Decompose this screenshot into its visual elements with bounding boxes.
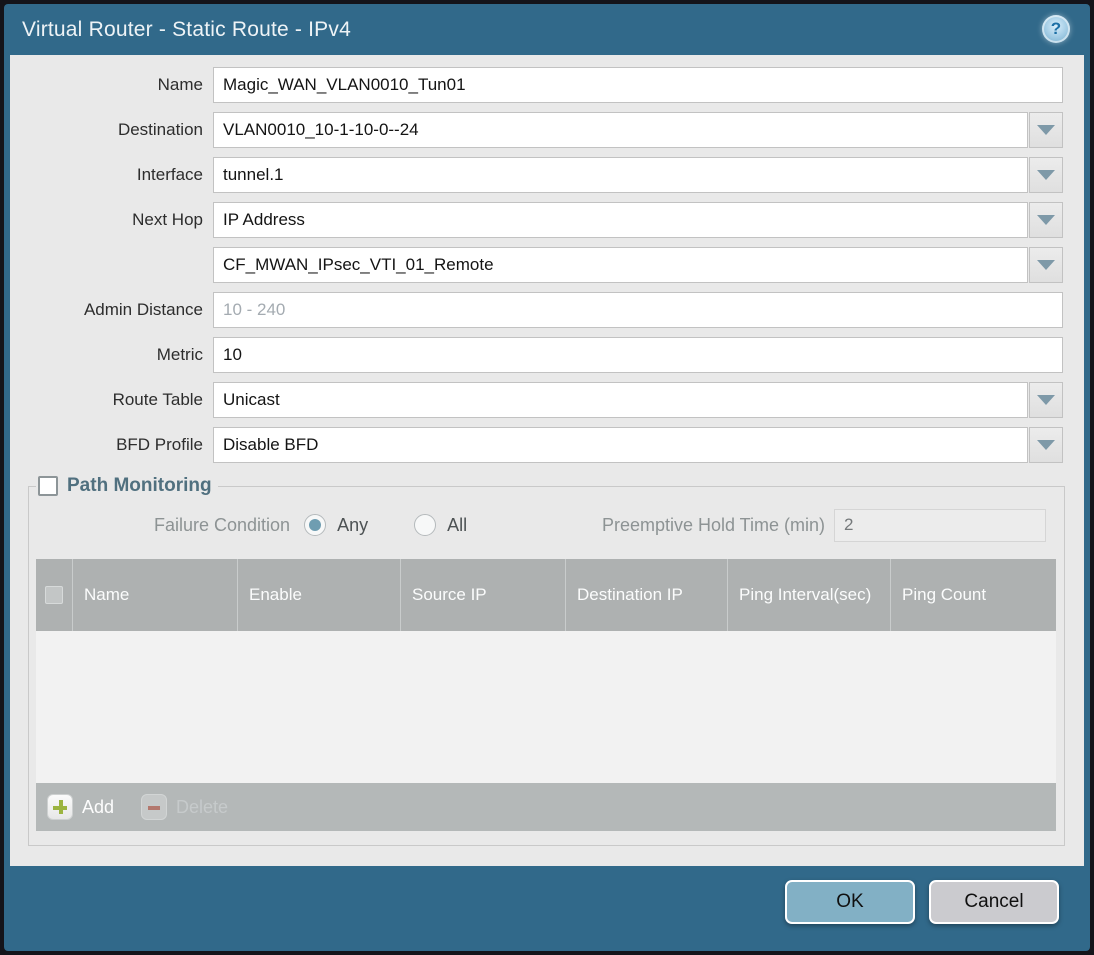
failure-condition-any-label: Any (337, 514, 369, 535)
chevron-down-icon (1037, 395, 1055, 405)
path-monitoring-title: Path Monitoring (67, 475, 212, 496)
bfd-profile-row: BFD Profile (10, 427, 1063, 463)
route-table-row: Route Table (10, 382, 1063, 418)
bfd-profile-label: BFD Profile (116, 435, 203, 454)
failure-condition-row: Failure Condition Any All Preemptive Hol… (36, 507, 1056, 543)
column-header-enable[interactable]: Enable (238, 559, 401, 631)
next-hop-label: Next Hop (132, 210, 203, 229)
path-monitoring-legend: Path Monitoring (36, 475, 218, 497)
table-footer-bar: Add Delete (36, 783, 1056, 831)
route-table-dropdown-button[interactable] (1029, 382, 1063, 418)
select-all-checkbox[interactable] (45, 586, 63, 604)
chevron-down-icon (1037, 440, 1055, 450)
delete-button[interactable]: Delete (141, 794, 228, 820)
delete-button-label: Delete (176, 796, 229, 817)
bfd-profile-input[interactable] (213, 427, 1028, 463)
failure-condition-label: Failure Condition (154, 514, 291, 535)
next-hop-ip-input[interactable] (213, 247, 1028, 283)
chevron-down-icon (1037, 260, 1055, 270)
chevron-down-icon (1037, 125, 1055, 135)
column-header-ping-interval[interactable]: Ping Interval(sec) (728, 559, 891, 631)
admin-distance-row: Admin Distance (10, 292, 1063, 328)
route-table-input[interactable] (213, 382, 1028, 418)
admin-distance-label: Admin Distance (83, 300, 203, 319)
dialog-titlebar: Virtual Router - Static Route - IPv4 ? (4, 4, 1090, 55)
next-hop-type-dropdown-button[interactable] (1029, 202, 1063, 238)
metric-row: Metric (10, 337, 1063, 373)
column-header-ping-count[interactable]: Ping Count (891, 559, 1056, 631)
column-header-name[interactable]: Name (73, 559, 238, 631)
destination-dropdown-button[interactable] (1029, 112, 1063, 148)
failure-condition-all-label: All (447, 514, 468, 535)
preemptive-hold-time-label: Preemptive Hold Time (min) (601, 514, 825, 535)
name-label: Name (157, 75, 203, 94)
metric-input[interactable] (213, 337, 1063, 373)
next-hop-type-input[interactable] (213, 202, 1028, 238)
next-hop-ip-row (10, 247, 1063, 283)
add-button[interactable]: Add (47, 794, 114, 820)
admin-distance-input[interactable] (213, 292, 1063, 328)
minus-icon (141, 794, 168, 820)
chevron-down-icon (1037, 170, 1055, 180)
bfd-profile-dropdown-button[interactable] (1029, 427, 1063, 463)
table-body-empty (36, 631, 1056, 783)
dialog-title: Virtual Router - Static Route - IPv4 (22, 17, 351, 41)
select-all-cell (36, 559, 73, 631)
destination-label: Destination (117, 120, 203, 139)
next-hop-row: Next Hop (10, 202, 1063, 238)
dialog-content: Name Destination Interface Next Hop (10, 55, 1084, 866)
route-table-label: Route Table (112, 390, 203, 409)
failure-condition-any-radio[interactable] (304, 514, 327, 536)
name-row: Name (10, 67, 1063, 103)
plus-icon (47, 794, 73, 820)
metric-label: Metric (156, 345, 203, 364)
interface-label: Interface (136, 165, 203, 184)
path-monitoring-section: Path Monitoring Failure Condition Any Al… (28, 475, 1065, 846)
interface-dropdown-button[interactable] (1029, 157, 1063, 193)
next-hop-ip-dropdown-button[interactable] (1029, 247, 1063, 283)
destination-input[interactable] (213, 112, 1028, 148)
path-monitoring-table: Name Enable Source IP Destination IP Pin… (36, 559, 1056, 831)
column-header-source-ip[interactable]: Source IP (401, 559, 566, 631)
destination-row: Destination (10, 112, 1063, 148)
cancel-button[interactable]: Cancel (929, 880, 1059, 924)
dialog-footer: OK Cancel (4, 866, 1090, 951)
next-hop-ip-label (10, 247, 213, 283)
name-input[interactable] (213, 67, 1063, 103)
failure-condition-all-radio[interactable] (414, 514, 437, 536)
chevron-down-icon (1037, 215, 1055, 225)
add-button-label: Add (82, 796, 115, 817)
table-header-row: Name Enable Source IP Destination IP Pin… (36, 559, 1056, 631)
dialog-frame: Virtual Router - Static Route - IPv4 ? N… (0, 0, 1094, 955)
interface-input[interactable] (213, 157, 1028, 193)
column-header-destination-ip[interactable]: Destination IP (566, 559, 728, 631)
static-route-dialog: Virtual Router - Static Route - IPv4 ? N… (4, 4, 1090, 951)
ok-button[interactable]: OK (785, 880, 915, 924)
preemptive-hold-time-input[interactable] (834, 508, 1046, 542)
path-monitoring-checkbox[interactable] (38, 476, 58, 496)
help-icon[interactable]: ? (1042, 15, 1070, 43)
interface-row: Interface (10, 157, 1063, 193)
